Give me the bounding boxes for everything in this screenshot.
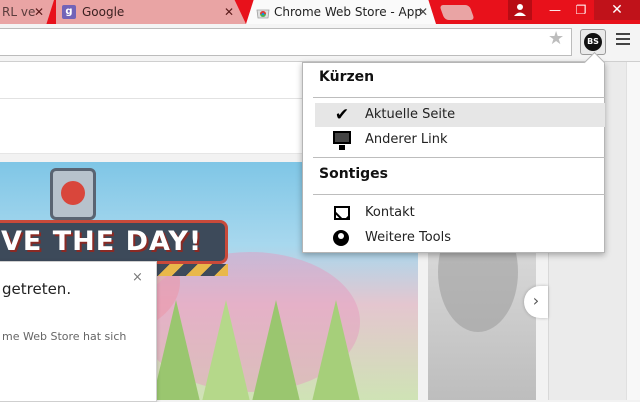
- bookmark-star-icon[interactable]: ★: [548, 28, 564, 49]
- tab-chrome-web-store[interactable]: Chrome Web Store - App ✕: [246, 0, 436, 24]
- extension-button[interactable]: BS: [580, 29, 606, 55]
- extension-badge-icon: BS: [584, 33, 602, 51]
- section-heading-kuerzen: Kürzen: [319, 69, 375, 85]
- maximize-button[interactable]: ❐: [568, 0, 594, 20]
- notification-card: getreten. × me Web Store hat sich: [0, 261, 157, 402]
- menu-item-label: Anderer Link: [365, 132, 448, 147]
- game-logo-banner: VE THE DAY!: [0, 220, 228, 264]
- notification-title: getreten.: [2, 280, 72, 298]
- menu-item-aktuelle-seite[interactable]: ✔ Aktuelle Seite: [315, 103, 605, 127]
- menu-item-label: Weitere Tools: [365, 230, 452, 245]
- notification-close-icon[interactable]: ×: [132, 270, 143, 285]
- menu-item-anderer-link[interactable]: Anderer Link: [315, 128, 605, 152]
- browser-toolbar: ★ BS: [0, 24, 640, 62]
- address-bar[interactable]: [0, 28, 572, 56]
- hamburger-menu-icon[interactable]: [616, 33, 630, 48]
- tab-label: Chrome Web Store - App: [274, 5, 422, 19]
- new-tab-button[interactable]: [439, 5, 475, 20]
- close-window-button[interactable]: ✕: [594, 0, 640, 20]
- divider: [313, 97, 605, 98]
- minimize-button[interactable]: —: [542, 0, 568, 20]
- tab-google[interactable]: g Google ✕: [56, 0, 246, 24]
- banner-text: VE THE DAY!: [1, 226, 203, 257]
- scrollbar[interactable]: [626, 62, 640, 400]
- monitor-icon: [333, 131, 351, 150]
- menu-item-label: Kontakt: [365, 205, 415, 220]
- tab-strip: RL ve ✕ g Google ✕ Chrome Web Store - Ap…: [0, 0, 640, 24]
- notification-body: me Web Store hat sich: [2, 330, 127, 343]
- divider: [313, 157, 605, 158]
- tab-close-icon[interactable]: ✕: [224, 0, 234, 24]
- tab-label: RL ve: [2, 5, 36, 19]
- carousel-next-button[interactable]: ›: [524, 286, 548, 318]
- tab-label: Google: [82, 5, 125, 19]
- profile-icon[interactable]: [508, 0, 532, 20]
- tab-close-icon[interactable]: ✕: [34, 0, 44, 24]
- extension-popup-menu: Kürzen ✔ Aktuelle Seite Anderer Link Son…: [302, 51, 606, 253]
- google-favicon-icon: g: [62, 5, 76, 19]
- checkmark-icon: ✔: [334, 105, 350, 125]
- tab-close-icon[interactable]: ✕: [418, 0, 428, 24]
- globe-icon: [333, 230, 349, 246]
- divider: [313, 194, 605, 195]
- chrome-web-store-favicon-icon: [256, 9, 270, 19]
- tab-partial[interactable]: RL ve ✕: [0, 0, 54, 24]
- menu-item-kontakt[interactable]: Kontakt: [315, 201, 605, 225]
- menu-item-label: Aktuelle Seite: [365, 107, 456, 122]
- section-heading-sontiges: Sontiges: [319, 166, 389, 182]
- menu-item-weitere-tools[interactable]: Weitere Tools: [315, 226, 605, 250]
- envelope-icon: [334, 206, 350, 220]
- game-logo-badge: [50, 168, 96, 220]
